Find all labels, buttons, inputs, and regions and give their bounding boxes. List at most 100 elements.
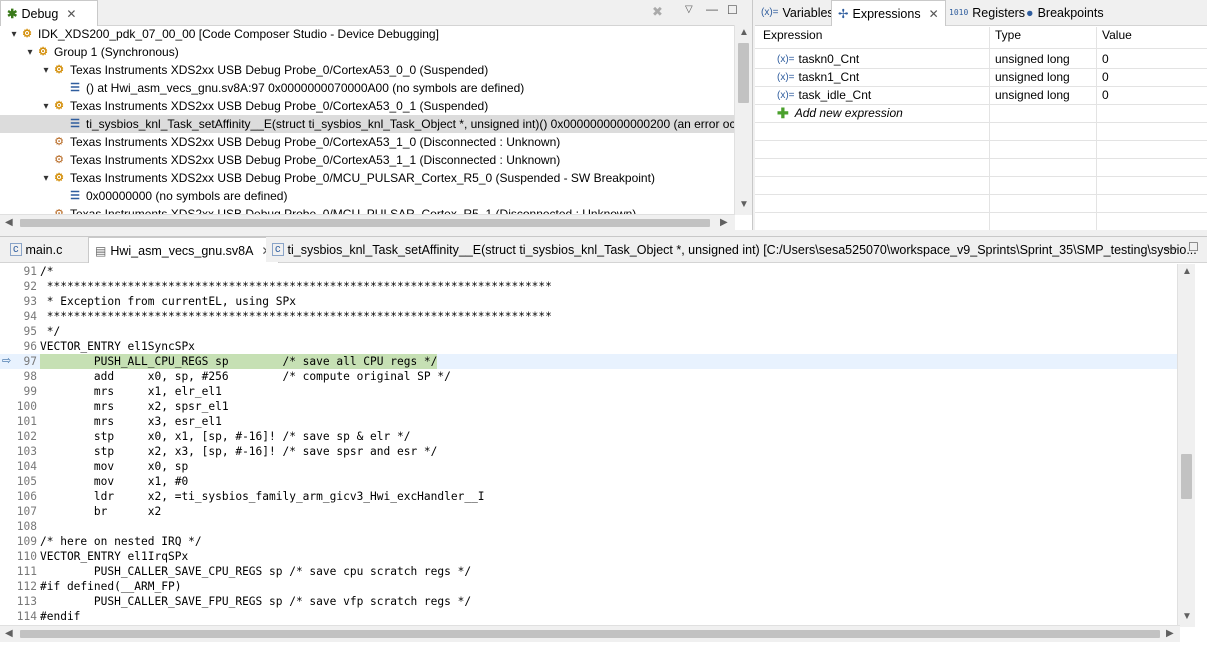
code-line[interactable]: 94 *************************************… [0,309,1178,324]
editor-hscroll-thumb[interactable] [20,630,1160,638]
debug-tree-item[interactable]: ☰ () at Hwi_asm_vecs_gnu.sv8A:97 0x000000… [0,79,734,97]
code-line[interactable]: 107 br x2 [0,504,1178,519]
tab-expressions[interactable]: ✢ Expressions ✕ [831,0,946,26]
debug-tree-item-label: ti_sysbios_knl_Task_setAffinity__E(struc… [86,117,734,131]
debug-tree-item[interactable]: ▾ ⚙ Texas Instruments XDS2xx USB Debug Pro… [0,61,734,79]
line-number: 98 [23,370,37,383]
code-line[interactable]: 114 #endif [0,609,1178,624]
code-line[interactable]: 101 mrs x3, esr_el1 [0,414,1178,429]
code-line[interactable]: 92 *************************************… [0,279,1178,294]
code-line[interactable]: 100 mrs x2, spsr_el1 [0,399,1178,414]
debug-horizontal-scrollbar[interactable]: ◀ ▶ [0,214,735,231]
view-menu-chevron-down-icon[interactable]: ▽ [685,4,693,15]
code-line[interactable]: 111 PUSH_CALLER_SAVE_CPU_REGS sp /* save… [0,564,1178,579]
code-line[interactable]: 98 add x0, sp, #256 /* compute original … [0,369,1178,384]
tab-registers[interactable]: 1010 Registers [943,0,1031,25]
expand-chevron-icon[interactable]: ▾ [40,65,52,76]
add-new-expression[interactable]: ✚ Add new expression [777,104,903,122]
line-number: 113 [16,595,37,608]
expand-chevron-icon[interactable]: ▾ [8,29,20,40]
close-icon[interactable]: ✕ [929,7,939,21]
column-header-expression[interactable]: Expression [763,28,822,46]
code-line[interactable]: 105 mov x1, #0 [0,474,1178,489]
scroll-right-icon[interactable]: ▶ [1166,628,1174,639]
expression-row[interactable]: (x)= task_idle_Cnt [777,86,871,104]
expand-chevron-icon[interactable]: ▾ [40,173,52,184]
tab-task-set-affinity-label: ti_sysbios_knl_Task_setAffinity__E(struc… [287,242,1197,257]
scroll-left-icon[interactable]: ◀ [5,628,13,639]
stack-frame-icon: ☰ [70,82,80,94]
debug-tree-item[interactable]: ⚙ Texas Instruments XDS2xx USB Debug Prob… [0,133,734,151]
remove-all-terminated-icon[interactable]: ✖ [652,4,663,20]
debug-tree-item[interactable]: ☰ ti_sysbios_knl_Task_setAffinity__E(stru… [0,115,734,133]
scroll-up-icon[interactable]: ▲ [1182,266,1192,277]
tab-main-c[interactable]: c main.c [4,237,69,262]
expression-value[interactable]: 0 [1102,68,1109,86]
line-number: 101 [16,415,37,428]
code-line[interactable]: 109/* here on nested IRQ */ [0,534,1178,549]
code-line[interactable]: 108 [0,519,1178,534]
code-line[interactable]: 95 */ [0,324,1178,339]
debug-scroll-thumb[interactable] [738,43,749,103]
code-line[interactable]: 103 stp x2, x3, [sp, #-16]! /* save spsr… [0,444,1178,459]
code-text: PUSH_CALLER_SAVE_CPU_REGS sp /* save cpu… [40,565,472,578]
scroll-down-icon[interactable]: ▼ [739,199,749,210]
debug-tree-item[interactable]: ☰ 0x00000000 (no symbols are defined) [0,187,734,205]
column-header-value[interactable]: Value [1102,28,1132,46]
tab-hwi-asm-vecs[interactable]: ▤ Hwi_asm_vecs_gnu.sv8A ✕ [88,237,279,263]
tab-variables[interactable]: (x)= Variables [755,0,840,25]
code-line[interactable]: 104 mov x0, sp [0,459,1178,474]
code-line[interactable]: 91/* [0,264,1178,279]
code-line[interactable]: 106 ldr x2, =ti_sysbios_family_arm_gicv3… [0,489,1178,504]
code-text: ****************************************… [40,310,552,323]
code-line[interactable]: 99 mrs x1, elr_el1 [0,384,1178,399]
debug-tree-item[interactable]: ▾ ⚙ Texas Instruments XDS2xx USB Debug Pro… [0,169,734,187]
expression-row[interactable]: (x)= taskn0_Cnt [777,50,859,68]
expression-type: unsigned long [995,88,1070,102]
debug-tree-item[interactable]: ▾ ⚙ Texas Instruments XDS2xx USB Debug Pro… [0,97,734,115]
scroll-down-icon[interactable]: ▼ [1182,611,1192,622]
code-line[interactable]: 112 #if defined(__ARM_FP) [0,579,1178,594]
maximize-icon[interactable]: ☐ [727,3,738,17]
maximize-icon[interactable]: ☐ [1188,240,1199,254]
code-editor[interactable]: 91/* 92 *********************************… [0,264,1178,627]
line-number: 111 [16,565,37,578]
expression-value[interactable]: 0 [1102,50,1109,68]
tab-variables-label: Variables [782,5,834,20]
debug-tree-item-label: Texas Instruments XDS2xx USB Debug Probe… [70,153,561,167]
code-line[interactable]: 113 PUSH_CALLER_SAVE_FPU_REGS sp /* save… [0,594,1178,609]
code-line[interactable]: 96 VECTOR_ENTRY el1SyncSPx [0,339,1178,354]
tab-main-c-label: main.c [25,242,63,257]
tab-breakpoints[interactable]: ● Breakpoints [1020,0,1110,25]
expression-value[interactable]: 0 [1102,86,1109,104]
minimize-icon[interactable]: — [1165,241,1177,255]
tab-debug[interactable]: ✱ Debug ✕ [0,0,98,26]
scroll-left-icon[interactable]: ◀ [5,217,13,228]
close-icon[interactable]: ✕ [66,7,76,21]
code-line[interactable]: 110 VECTOR_ENTRY el1IrqSPx [0,549,1178,564]
code-text: ldr x2, =ti_sysbios_family_arm_gicv3_Hwi… [40,490,485,503]
scroll-right-icon[interactable]: ▶ [720,217,728,228]
debug-vertical-scrollbar[interactable]: ▲ ▼ [734,25,752,215]
expand-chevron-icon[interactable]: ▾ [24,47,36,58]
debug-tree-item[interactable]: ⚙ Texas Instruments XDS2xx USB Debug Prob… [0,151,734,169]
tab-hwi-asm-vecs-label: Hwi_asm_vecs_gnu.sv8A [110,243,254,258]
core-icon: ⚙ [54,100,64,112]
editor-vertical-scrollbar[interactable]: ▲ ▼ [1177,264,1195,627]
debug-tree-item[interactable]: ▾ ⚙ IDK_XDS200_pdk_07_00_00 [Code Composer… [0,25,734,43]
code-line[interactable]: 97 PUSH_ALL_CPU_REGS sp /* save all CPU … [0,354,1178,369]
code-line[interactable]: 93 * Exception from currentEL, using SPx [0,294,1178,309]
debug-bug-icon: ✱ [7,7,18,21]
variable-icon: (x)= [777,53,795,65]
expression-row[interactable]: (x)= taskn1_Cnt [777,68,859,86]
column-header-type[interactable]: Type [995,28,1021,46]
editor-horizontal-scrollbar[interactable]: ◀ ▶ [0,625,1180,642]
debug-hscroll-thumb[interactable] [20,219,710,227]
tab-task-set-affinity[interactable]: c ti_sysbios_knl_Task_setAffinity__E(str… [266,237,1203,262]
debug-tree-item[interactable]: ▾ ⚙ Group 1 (Synchronous) [0,43,734,61]
expand-chevron-icon[interactable]: ▾ [40,101,52,112]
minimize-icon[interactable]: — [706,2,718,16]
editor-scroll-thumb[interactable] [1181,454,1192,499]
scroll-up-icon[interactable]: ▲ [739,27,749,38]
code-line[interactable]: 102 stp x0, x1, [sp, #-16]! /* save sp &… [0,429,1178,444]
